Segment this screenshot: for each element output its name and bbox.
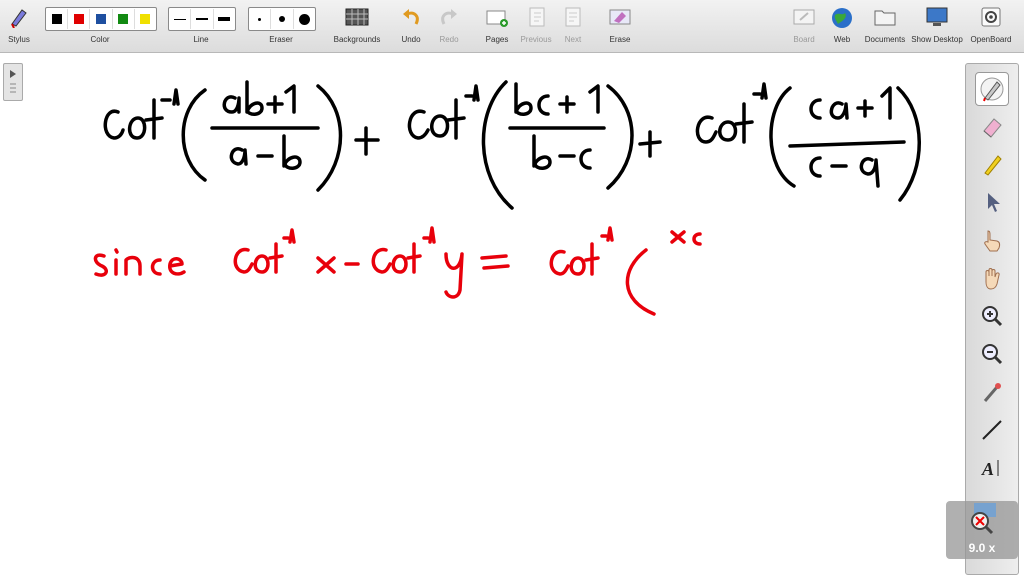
pen-icon (980, 77, 1004, 102)
handwritten-equation-line1 (103, 80, 921, 210)
stylus-icon (11, 9, 27, 28)
eraser-tool-button[interactable] (976, 110, 1008, 142)
openboard-label: OpenBoard (970, 35, 1012, 44)
pages-button[interactable]: Pages (480, 0, 514, 52)
folder-icon (874, 10, 896, 26)
board-label: Board (793, 35, 815, 44)
highlighter-icon (984, 155, 1002, 176)
gear-icon (981, 7, 1001, 27)
zoom-out-icon (982, 344, 1003, 365)
undo-icon (403, 9, 419, 25)
board-button[interactable]: Board (788, 0, 820, 52)
interact-tool-button[interactable] (976, 224, 1008, 256)
redo-label: Redo (439, 35, 459, 44)
show-desktop-label: Show Desktop (911, 35, 963, 44)
redo-button[interactable]: Redo (434, 0, 464, 52)
previous-button[interactable]: Previous (516, 0, 556, 52)
stylus-label: Stylus (8, 35, 30, 44)
main-toolbar: Stylus Color Line Eraser Backgrounds Und… (0, 0, 1024, 53)
openboard-menu-button[interactable]: OpenBoard (966, 0, 1016, 52)
documents-label: Documents (864, 35, 906, 44)
globe-icon (832, 8, 852, 28)
line-icon (982, 420, 1002, 440)
zoom-in-icon (982, 306, 1003, 327)
grid-icon (345, 8, 369, 26)
backgrounds-button[interactable]: Backgrounds (330, 0, 384, 52)
next-button[interactable]: Next (558, 0, 588, 52)
handwritten-equation-line2 (93, 226, 702, 316)
line-tool-button[interactable] (976, 414, 1008, 446)
line-group: Line (168, 0, 234, 52)
laser-pointer-tool-button[interactable] (976, 376, 1008, 408)
eraser-icon (983, 118, 1002, 138)
color-group: Color (45, 0, 155, 52)
next-page-icon (565, 7, 581, 27)
documents-button[interactable]: Documents (862, 0, 908, 52)
redo-icon (441, 9, 457, 25)
erase-button[interactable]: Erase (605, 0, 635, 52)
hand-pointer-icon (984, 230, 1001, 252)
selector-tool-button[interactable] (976, 186, 1008, 218)
hand-tool-button[interactable] (976, 262, 1008, 294)
erase-label: Erase (609, 35, 631, 44)
zoom-level-text: 9.0 x (968, 541, 996, 555)
zoom-magnifier-icon (971, 503, 996, 535)
previous-page-icon (529, 7, 545, 27)
undo-label: Undo (401, 35, 421, 44)
eraser-group: Eraser (248, 0, 314, 52)
erase-all-icon (609, 9, 631, 25)
web-button[interactable]: Web (826, 0, 858, 52)
pointer-icon (988, 193, 1000, 212)
text-icon: A (981, 459, 999, 479)
zoom-indicator-panel: 9.0 x (946, 501, 1018, 559)
highlighter-tool-button[interactable] (976, 148, 1008, 180)
pen-tool-button[interactable] (975, 72, 1009, 106)
line-label: Line (193, 35, 209, 44)
zoom-in-tool-button[interactable] (976, 300, 1008, 332)
eraser-label: Eraser (269, 35, 293, 44)
board-icon (793, 9, 815, 25)
next-label: Next (564, 35, 582, 44)
svg-text:A: A (981, 459, 994, 479)
whiteboard-canvas[interactable] (0, 53, 1024, 576)
zoom-out-tool-button[interactable] (976, 338, 1008, 370)
color-label: Color (90, 35, 110, 44)
backgrounds-label: Backgrounds (333, 35, 381, 44)
undo-button[interactable]: Undo (396, 0, 426, 52)
monitor-icon (926, 7, 948, 26)
show-desktop-button[interactable]: Show Desktop (910, 0, 964, 52)
stylus-button[interactable]: Stylus (0, 0, 38, 52)
laser-icon (983, 383, 1001, 402)
web-label: Web (833, 35, 851, 44)
previous-label: Previous (520, 35, 552, 44)
stylus-palette: A (965, 63, 1019, 575)
add-page-icon (486, 10, 508, 27)
pages-label: Pages (485, 35, 509, 44)
text-tool-button[interactable]: A (976, 452, 1008, 484)
hand-grab-icon (985, 268, 1000, 290)
